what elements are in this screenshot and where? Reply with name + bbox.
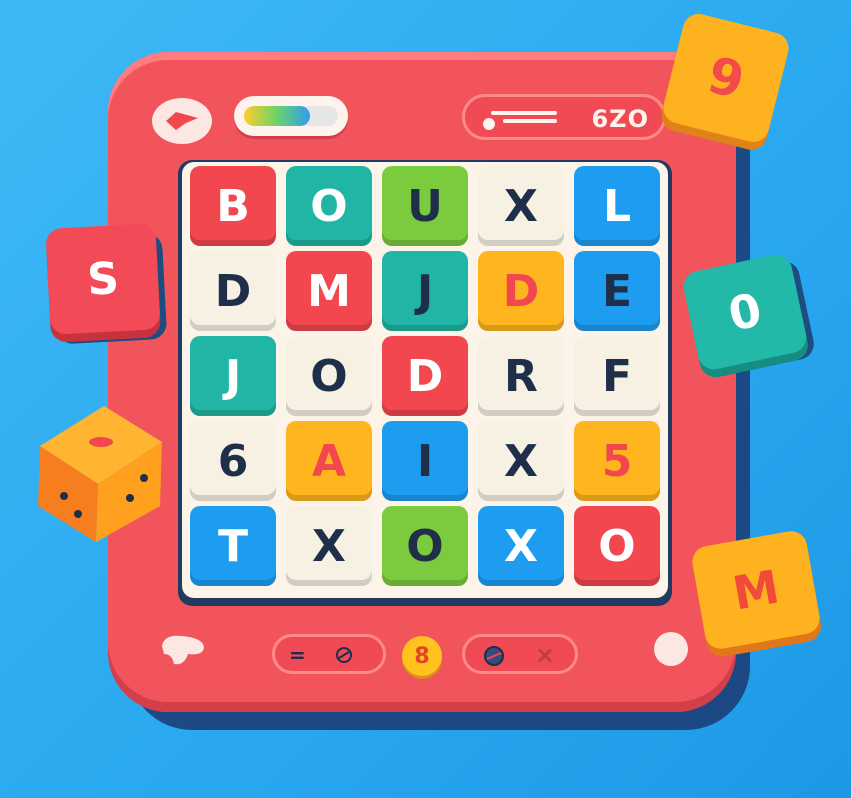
letter-tile[interactable]: I (382, 421, 468, 501)
score-display: 6ZO (462, 94, 666, 140)
letter-tile[interactable]: O (574, 506, 660, 586)
close-icon: × (535, 641, 556, 669)
letter-tile[interactable]: J (190, 336, 276, 416)
settings-dot[interactable] (654, 632, 688, 666)
letter-tile[interactable]: J (382, 251, 468, 331)
floating-tile-m[interactable]: M (689, 528, 823, 652)
ball-icon (484, 646, 504, 666)
letter-tile[interactable]: O (286, 336, 372, 416)
progress-track (244, 106, 338, 126)
left-action-pill[interactable]: = (272, 634, 386, 674)
right-action-pill[interactable]: × (462, 634, 578, 674)
letter-tile[interactable]: O (286, 166, 372, 246)
letter-tile[interactable]: D (190, 251, 276, 331)
progress-fill (244, 106, 310, 126)
letter-tile[interactable]: X (478, 166, 564, 246)
letter-tile[interactable]: O (382, 506, 468, 586)
letter-tile[interactable]: D (478, 251, 564, 331)
letter-tile[interactable]: D (382, 336, 468, 416)
dice-icon[interactable] (34, 402, 166, 542)
letter-tile[interactable]: L (574, 166, 660, 246)
letter-tile[interactable]: T (190, 506, 276, 586)
letter-tile[interactable]: M (286, 251, 372, 331)
floating-tile-s[interactable]: S (45, 223, 161, 335)
letter-tile[interactable]: A (286, 421, 372, 501)
letter-tile[interactable]: U (382, 166, 468, 246)
gauge-icon (336, 647, 352, 663)
letter-tile[interactable]: X (478, 421, 564, 501)
letter-tile[interactable]: X (286, 506, 372, 586)
score-value: 6ZO (591, 105, 649, 133)
score-lines-icon (483, 111, 557, 130)
equals-symbol: = (289, 643, 306, 667)
letter-grid: BOUXLDMJDEJODRF6AIX5TXOXO (190, 166, 660, 590)
coin-counter[interactable]: 8 (402, 636, 442, 676)
menu-blob-icon[interactable] (158, 632, 208, 668)
letter-tile[interactable]: F (574, 336, 660, 416)
letter-tile[interactable]: 6 (190, 421, 276, 501)
letter-tile[interactable]: B (190, 166, 276, 246)
arrow-icon (166, 112, 198, 130)
floating-tile-zero[interactable]: 0 (680, 251, 810, 373)
letter-tile[interactable]: 5 (574, 421, 660, 501)
back-button[interactable] (152, 98, 212, 144)
letter-tile[interactable]: E (574, 251, 660, 331)
progress-bar (234, 96, 348, 136)
letter-tile[interactable]: X (478, 506, 564, 586)
letter-tile[interactable]: R (478, 336, 564, 416)
